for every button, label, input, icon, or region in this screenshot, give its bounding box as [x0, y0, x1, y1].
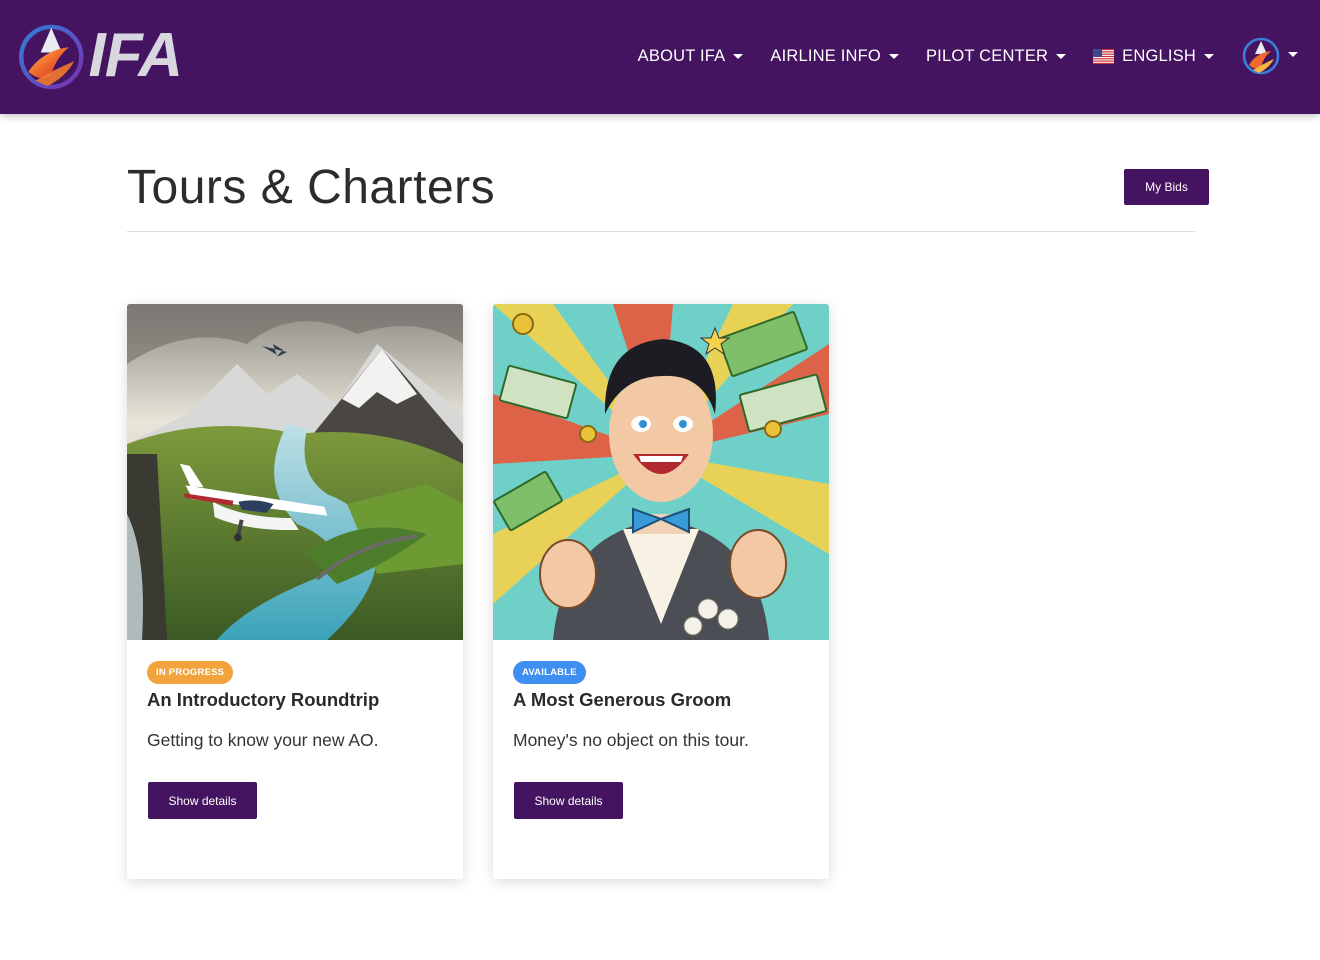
tour-image-groom-money [493, 304, 829, 640]
chevron-down-icon [1056, 53, 1067, 59]
status-badge: AVAILABLE [513, 661, 586, 684]
nav-airline-info-dropdown[interactable]: AIRLINE INFO [770, 47, 899, 66]
nav-pilot-center-label: PILOT CENTER [925, 46, 1049, 65]
main-nav: ABOUT IFA AIRLINE INFO PILOT CENTER ENGL… [611, 36, 1298, 76]
tour-description: Getting to know your new AO. [147, 730, 379, 750]
nav-about-ifa-dropdown[interactable]: ABOUT IFA [638, 47, 744, 66]
nav-language-label: ENGLISH [1122, 46, 1196, 65]
tour-card: IN PROGRESS An Introductory Roundtrip Ge… [127, 304, 463, 879]
ifa-logo-icon [19, 24, 84, 90]
nav-airline-info-label: AIRLINE INFO [770, 46, 881, 65]
my-bids-button[interactable]: My Bids [1124, 169, 1209, 205]
us-flag-icon [1093, 48, 1115, 64]
user-menu-dropdown[interactable] [1241, 36, 1298, 76]
nav-language-dropdown[interactable]: ENGLISH [1093, 47, 1214, 66]
show-details-button[interactable]: Show details [514, 782, 623, 819]
user-avatar-icon [1242, 37, 1280, 75]
tour-card: AVAILABLE A Most Generous Groom Money's … [493, 304, 829, 879]
page-header: Tours & Charters [127, 160, 1195, 216]
top-navbar: IFA ABOUT IFA AIRLINE INFO PILOT CENTER [0, 0, 1320, 114]
tour-title: An Introductory Roundtrip [147, 689, 380, 710]
brand-logo[interactable]: IFA [16, 16, 183, 96]
page-title: Tours & Charters [127, 161, 496, 214]
tour-title: A Most Generous Groom [513, 689, 732, 710]
tour-description: Money's no object on this tour. [513, 730, 749, 750]
chevron-down-icon [1288, 52, 1298, 57]
status-badge: IN PROGRESS [147, 661, 234, 684]
tour-image-mountain-plane [127, 304, 463, 640]
chevron-down-icon [1204, 53, 1214, 59]
nav-about-ifa-label: ABOUT IFA [637, 46, 726, 65]
nav-pilot-center-dropdown[interactable]: PILOT CENTER [925, 46, 1067, 66]
brand-logo-text: IFA [88, 21, 183, 90]
show-details-button[interactable]: Show details [148, 782, 257, 819]
chevron-down-icon [733, 53, 744, 59]
header-divider [127, 231, 1195, 232]
chevron-down-icon [888, 53, 899, 59]
